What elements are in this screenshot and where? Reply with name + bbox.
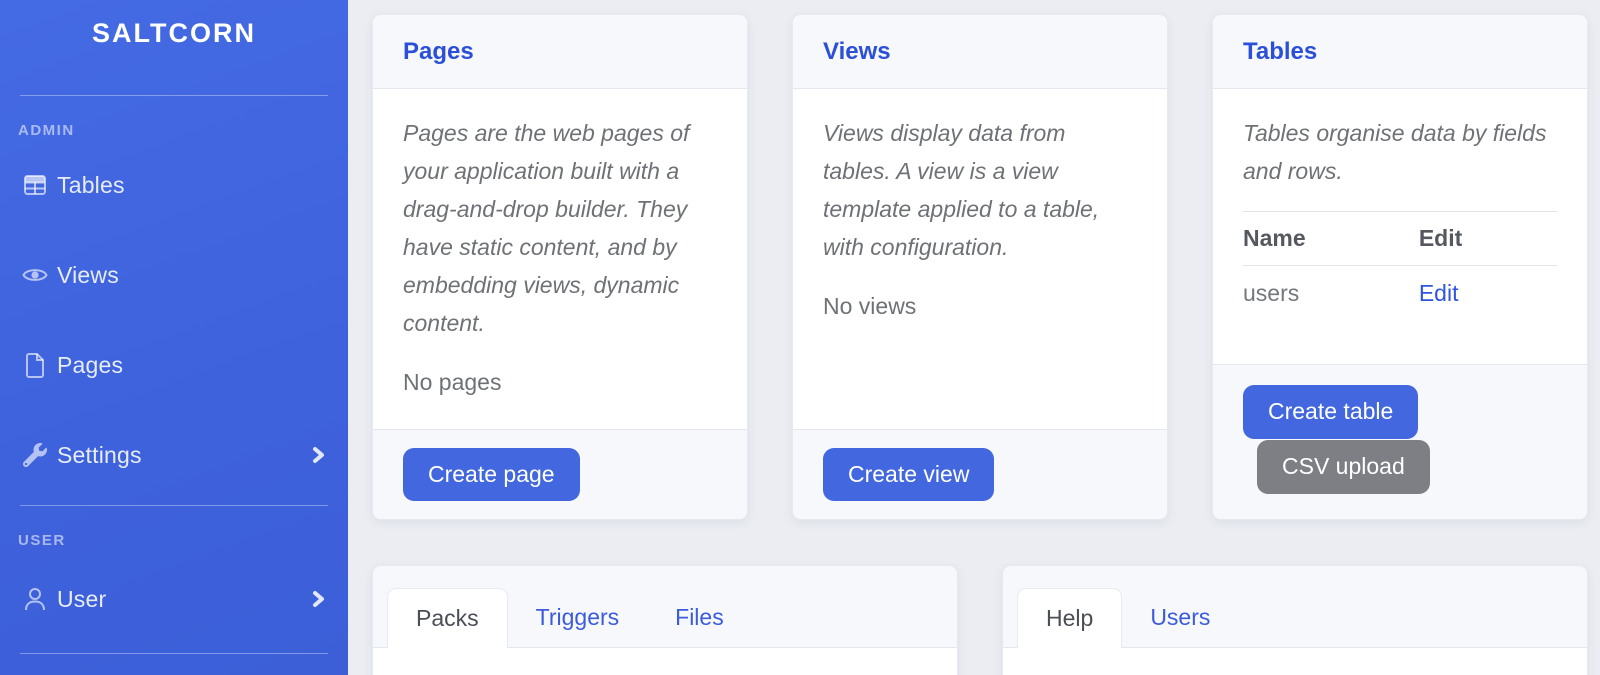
- csv-upload-button[interactable]: CSV upload: [1257, 440, 1430, 494]
- brand-logo[interactable]: SALTCORN: [0, 0, 348, 49]
- eye-icon: [22, 262, 48, 288]
- create-view-button[interactable]: Create view: [823, 448, 994, 502]
- tab-help[interactable]: Help: [1017, 588, 1122, 648]
- card-views: Views Views display data from tables. A …: [792, 14, 1168, 520]
- tab-triggers[interactable]: Triggers: [508, 588, 648, 647]
- views-empty-message: No views: [823, 293, 1137, 320]
- tab-users[interactable]: Users: [1122, 588, 1238, 647]
- pages-empty-message: No pages: [403, 369, 717, 396]
- tab-label: Triggers: [536, 604, 620, 630]
- tab-label: Help: [1046, 605, 1093, 631]
- chevron-right-icon: [311, 589, 326, 609]
- sidebar-section-user-label: USER: [18, 532, 348, 549]
- card-title: Pages: [403, 38, 474, 66]
- sidebar-item-user[interactable]: User: [22, 583, 326, 615]
- card-views-header: Views: [793, 15, 1167, 89]
- tab-files[interactable]: Files: [647, 588, 752, 647]
- sidebar-item-pages[interactable]: Pages: [22, 349, 326, 381]
- app-root: SALTCORN ADMIN Tables: [0, 0, 1600, 675]
- card-packs-triggers-files: Packs Triggers Files: [372, 565, 958, 675]
- sidebar: SALTCORN ADMIN Tables: [0, 0, 348, 675]
- table-icon: [22, 172, 48, 198]
- card-tables-body: Tables organise data by fields and rows.…: [1213, 89, 1587, 313]
- sidebar-divider: [20, 95, 328, 96]
- card-title: Views: [823, 38, 891, 66]
- card-views-footer: Create view: [793, 429, 1167, 519]
- person-icon: [22, 586, 48, 612]
- sidebar-divider: [20, 505, 328, 506]
- tab-label: Files: [675, 604, 724, 630]
- sidebar-item-label: Settings: [57, 442, 142, 469]
- file-icon: [22, 352, 48, 378]
- card-views-body: Views display data from tables. A view i…: [793, 89, 1167, 320]
- tab-label: Packs: [416, 605, 479, 631]
- create-table-button[interactable]: Create table: [1243, 385, 1418, 439]
- sidebar-item-label: Views: [57, 262, 119, 289]
- card-pages: Pages Pages are the web pages of your ap…: [372, 14, 748, 520]
- sidebar-item-views[interactable]: Views: [22, 259, 326, 291]
- tab-strip-right: Help Users: [1003, 566, 1587, 648]
- views-description: Views display data from tables. A view i…: [823, 115, 1137, 267]
- tables-list: Name Edit users Edit: [1243, 211, 1557, 313]
- sidebar-item-label: Tables: [57, 172, 125, 199]
- card-tables-header: Tables: [1213, 15, 1587, 89]
- sidebar-item-label: User: [57, 586, 106, 613]
- card-pages-header: Pages: [373, 15, 747, 89]
- help-tab-content: [1003, 648, 1587, 675]
- card-help-users: Help Users: [1002, 565, 1588, 675]
- sidebar-item-label: Pages: [57, 352, 123, 379]
- sidebar-section-admin-label: ADMIN: [18, 122, 348, 139]
- card-tables: Tables Tables organise data by fields an…: [1212, 14, 1588, 520]
- column-header-edit: Edit: [1419, 211, 1557, 265]
- card-tables-footer: Create table CSV upload: [1213, 364, 1587, 519]
- pages-description: Pages are the web pages of your applicat…: [403, 115, 717, 343]
- wrench-icon: [22, 442, 48, 468]
- card-pages-body: Pages are the web pages of your applicat…: [373, 89, 747, 396]
- edit-table-link[interactable]: Edit: [1419, 280, 1459, 306]
- table-row: users Edit: [1243, 265, 1557, 313]
- tab-packs[interactable]: Packs: [387, 588, 508, 648]
- sidebar-item-settings[interactable]: Settings: [22, 439, 326, 471]
- tab-label: Users: [1150, 604, 1210, 630]
- create-page-button[interactable]: Create page: [403, 448, 580, 502]
- column-header-name: Name: [1243, 211, 1419, 265]
- card-pages-footer: Create page: [373, 429, 747, 519]
- card-title: Tables: [1243, 38, 1317, 66]
- tables-description: Tables organise data by fields and rows.: [1243, 115, 1557, 191]
- sidebar-item-tables[interactable]: Tables: [22, 169, 326, 201]
- sidebar-divider: [20, 653, 328, 654]
- packs-tab-content: [373, 648, 957, 675]
- chevron-right-icon: [311, 445, 326, 465]
- table-name-cell: users: [1243, 265, 1419, 313]
- tab-strip-left: Packs Triggers Files: [373, 566, 957, 648]
